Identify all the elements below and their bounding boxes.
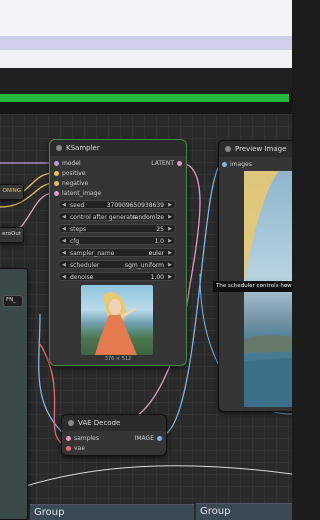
- increment-arrow-icon[interactable]: ▶: [168, 249, 172, 258]
- execution-progress-bar: [0, 94, 292, 102]
- vae-title-bar[interactable]: VAE Decode: [62, 415, 166, 431]
- widget-value: randomize: [132, 214, 164, 221]
- port-dot-icon[interactable]: [54, 171, 59, 176]
- conditioning-node-partial[interactable]: ONING: [0, 184, 24, 200]
- decrement-arrow-icon[interactable]: ◀: [62, 225, 66, 234]
- widget-label: seed: [70, 202, 85, 209]
- header-band: [0, 36, 292, 50]
- control-after-generate-widget[interactable]: ◀ control after generate randomize ▶: [58, 212, 176, 221]
- preview-title-bar[interactable]: Preview Image: [219, 141, 292, 157]
- vae-decode-node[interactable]: VAE Decode samples IMAGE vae: [61, 414, 167, 456]
- increment-arrow-icon[interactable]: ▶: [168, 213, 172, 222]
- port-dot-icon[interactable]: [66, 446, 71, 451]
- widget-label: scheduler: [70, 262, 100, 269]
- toolbar-divider: [0, 102, 292, 114]
- collapse-dot-icon[interactable]: [56, 145, 62, 151]
- increment-arrow-icon[interactable]: ▶: [168, 273, 172, 282]
- decrement-arrow-icon[interactable]: ◀: [62, 273, 66, 282]
- cfg-widget[interactable]: ◀ cfg 1.0 ▶: [58, 236, 176, 245]
- widget-value: 1.00: [150, 274, 164, 281]
- widget-value: 370909650938639: [106, 202, 164, 209]
- increment-arrow-icon[interactable]: ▶: [168, 201, 172, 210]
- header-strip: [0, 50, 292, 68]
- decrement-arrow-icon[interactable]: ◀: [62, 261, 66, 270]
- group-box-right[interactable]: Group: [196, 503, 292, 520]
- collapse-dot-icon[interactable]: [225, 146, 231, 152]
- widget-value: sgm_uniform: [124, 262, 164, 269]
- browser-header: [0, 0, 292, 36]
- input-port-latent-image[interactable]: latent_image: [54, 189, 101, 198]
- port-dot-icon[interactable]: [66, 436, 71, 441]
- ksampler-title: KSampler: [66, 144, 100, 152]
- widget-value: 1.0: [154, 238, 164, 245]
- conditioning-label: ONING: [2, 188, 21, 194]
- zeroout-node-partial[interactable]: eroOut: [0, 227, 24, 243]
- preview-caption: 376 × 512: [104, 356, 132, 362]
- decrement-arrow-icon[interactable]: ◀: [62, 237, 66, 246]
- input-port-samples[interactable]: samples: [66, 434, 99, 443]
- widget-label: sampler_name: [70, 250, 115, 257]
- port-dot-icon[interactable]: [54, 181, 59, 186]
- seed-widget[interactable]: ◀ seed 370909650938639 ▶: [58, 200, 176, 209]
- port-label-latent-image: latent_image: [62, 190, 102, 197]
- input-port-images[interactable]: images: [222, 160, 252, 169]
- progress-fill: [0, 94, 290, 102]
- ksampler-title-bar[interactable]: KSampler: [50, 140, 186, 156]
- scheduler-tooltip: The scheduler controls how noise is grad…: [213, 281, 292, 292]
- port-label-negative: negative: [62, 180, 89, 187]
- zeroout-label: eroOut: [2, 231, 21, 237]
- sampler-name-widget[interactable]: ◀ sampler_name euler ▶: [58, 248, 176, 257]
- widget-label: denoise: [70, 274, 94, 281]
- input-port-model[interactable]: model: [54, 159, 81, 168]
- ksampler-node[interactable]: KSampler model LATENT positive negative …: [49, 139, 187, 366]
- increment-arrow-icon[interactable]: ▶: [168, 237, 172, 246]
- widget-label: cfg: [70, 238, 80, 245]
- widget-value: euler: [148, 250, 164, 257]
- ksampler-preview-image: [81, 285, 153, 355]
- input-port-vae[interactable]: vae: [66, 444, 85, 453]
- port-dot-icon[interactable]: [157, 436, 162, 441]
- vae-title: VAE Decode: [78, 419, 121, 427]
- steps-widget[interactable]: ◀ steps 25 ▶: [58, 224, 176, 233]
- output-port-image[interactable]: IMAGE: [135, 434, 162, 443]
- port-dot-icon[interactable]: [177, 161, 182, 166]
- widget-label: control after generate: [70, 214, 136, 221]
- app-toolbar: [0, 68, 292, 94]
- fn-label: FN_: [6, 297, 17, 303]
- group-title: Group: [200, 506, 231, 517]
- increment-arrow-icon[interactable]: ▶: [168, 225, 172, 234]
- port-dot-icon[interactable]: [54, 191, 59, 196]
- port-dot-icon[interactable]: [222, 162, 227, 167]
- decrement-arrow-icon[interactable]: ◀: [62, 201, 66, 210]
- output-port-latent[interactable]: LATENT: [151, 159, 182, 168]
- group-title: Group: [34, 507, 65, 518]
- fn-widget[interactable]: FN_: [3, 295, 23, 307]
- left-node-partial[interactable]: FN_: [0, 268, 28, 520]
- preview-image-node[interactable]: Preview Image images: [218, 140, 292, 412]
- woman-illustration: [95, 292, 137, 355]
- preview-title: Preview Image: [235, 145, 287, 153]
- scheduler-widget[interactable]: ◀ scheduler sgm_uniform ▶: [58, 260, 176, 269]
- decrement-arrow-icon[interactable]: ◀: [62, 249, 66, 258]
- increment-arrow-icon[interactable]: ▶: [168, 261, 172, 270]
- decrement-arrow-icon[interactable]: ◀: [62, 213, 66, 222]
- port-dot-icon[interactable]: [54, 161, 59, 166]
- widget-label: steps: [70, 226, 87, 233]
- denoise-widget[interactable]: ◀ denoise 1.00 ▶: [58, 272, 176, 281]
- group-box-left[interactable]: Group: [30, 504, 194, 520]
- widget-value: 25: [156, 226, 164, 233]
- collapse-dot-icon[interactable]: [68, 420, 74, 426]
- node-canvas[interactable]: ONING eroOut FN_ KSampler model LATENT p…: [0, 114, 292, 520]
- input-port-negative[interactable]: negative: [54, 179, 88, 188]
- input-port-positive[interactable]: positive: [54, 169, 86, 178]
